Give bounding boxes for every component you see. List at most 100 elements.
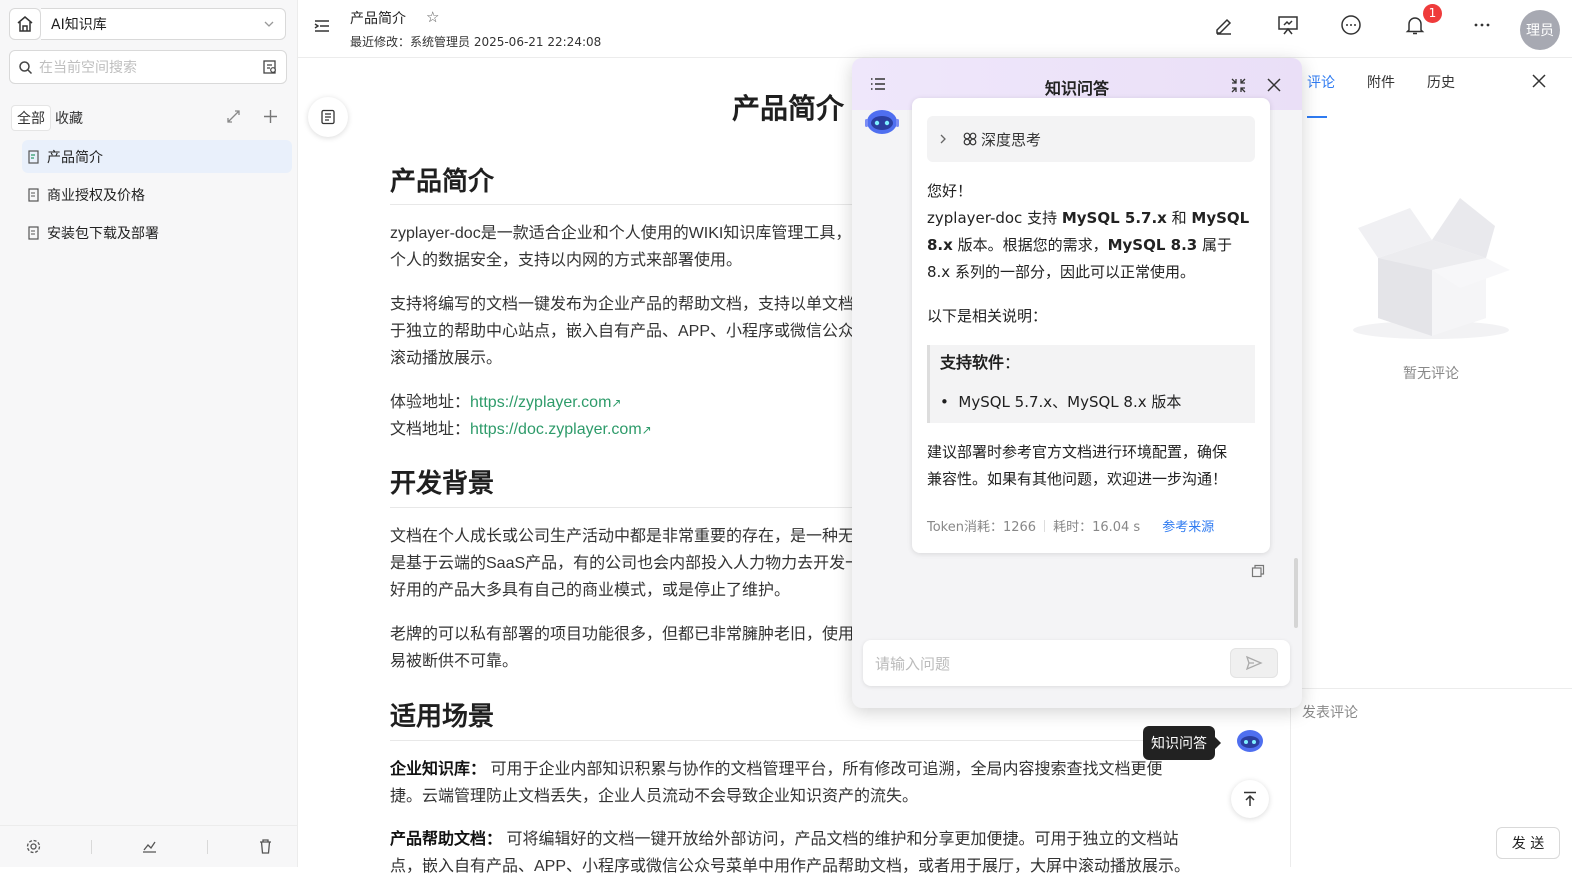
- fullscreen-icon[interactable]: [1231, 78, 1246, 93]
- qa-float-button[interactable]: [1231, 723, 1269, 761]
- tab-attachments[interactable]: 附件: [1367, 72, 1395, 92]
- toc-button[interactable]: [308, 97, 348, 137]
- answer-line-3: 8.x 系列的一部分，因此可以正常使用。: [927, 263, 1195, 281]
- stats-icon[interactable]: [141, 838, 158, 855]
- question-placeholder: 请输入问题: [875, 654, 951, 673]
- collapse-menu-icon[interactable]: [313, 17, 331, 35]
- quote-item-text: MySQL 5.7.x、MySQL 8.x 版本: [958, 393, 1182, 411]
- answer-advice-2: 兼容性。如果有其他问题，欢迎进一步沟通！: [927, 470, 1228, 488]
- home-button[interactable]: [9, 8, 41, 40]
- robot-avatar-icon: [865, 110, 899, 134]
- qa-popup: 知识问答 深度思考 您好！ zyplayer-doc 支持 MySQL 5.7.…: [852, 58, 1302, 708]
- send-comment-button[interactable]: 发 送: [1496, 827, 1560, 859]
- doc-icon: [28, 187, 39, 202]
- avatar[interactable]: 理员: [1520, 10, 1560, 50]
- edit-icon[interactable]: [1213, 14, 1235, 36]
- text-span: zyplayer-doc 支持: [927, 209, 1062, 227]
- references-link[interactable]: 参考来源: [1162, 516, 1214, 535]
- text-span: 属于: [1197, 236, 1232, 254]
- active-tab-indicator: [1307, 116, 1327, 118]
- qa-tooltip: 知识问答: [1143, 726, 1221, 760]
- tree-item-license[interactable]: 商业授权及价格: [22, 178, 292, 211]
- divider: [1044, 519, 1046, 532]
- sidebar-tabs: 全部 收藏: [12, 106, 88, 130]
- bold-span: MySQL 5.7.x: [1061, 209, 1167, 227]
- tab-comments[interactable]: 评论: [1307, 72, 1335, 92]
- scene-kb-text: 可用于企业内部知识积累与协作的文档管理平台，所有修改可追溯，全局内容搜索查找文档…: [490, 761, 1163, 778]
- answer-greeting: 您好！: [927, 182, 973, 200]
- tree-item-label: 商业授权及价格: [47, 187, 145, 204]
- tree-item-product-intro[interactable]: 产品简介: [22, 140, 292, 173]
- demo-label: 体验地址：: [390, 394, 471, 411]
- tab-history[interactable]: 历史: [1427, 72, 1455, 92]
- advanced-search-icon[interactable]: [262, 59, 278, 75]
- scene-kb: 企业知识库： 可用于企业内部知识积累与协作的文档管理平台，所有修改可追溯，全局内…: [390, 756, 1180, 783]
- bold-span: 支持软件: [940, 353, 1005, 372]
- home-icon: [17, 16, 33, 32]
- scrollbar[interactable]: [1294, 558, 1298, 628]
- answer-quote: 支持软件： • MySQL 5.7.x、MySQL 8.x 版本: [927, 345, 1255, 423]
- search-placeholder: 在当前空间搜索: [39, 60, 137, 76]
- deep-think-label: 深度思考: [981, 130, 1042, 149]
- notification-badge: 1: [1423, 4, 1442, 23]
- token-usage: Token消耗：1266: [927, 520, 1037, 535]
- sidebar-toolbar: [0, 825, 298, 867]
- question-input[interactable]: 请输入问题: [863, 640, 1290, 686]
- doc-title: 产品简介: [732, 93, 845, 124]
- scene-kb-label: 企业知识库：: [390, 761, 487, 778]
- copy-icon[interactable]: [1251, 564, 1265, 578]
- space-select[interactable]: AI知识库: [41, 8, 286, 40]
- send-question-button[interactable]: [1230, 648, 1278, 678]
- close-icon[interactable]: [1267, 78, 1281, 92]
- close-icon[interactable]: [1531, 73, 1547, 89]
- tab-all[interactable]: 全部: [12, 106, 50, 130]
- doc-icon: [28, 225, 39, 240]
- tab-favorites[interactable]: 收藏: [50, 106, 88, 130]
- elapsed-time: 耗时：16.04 s: [1053, 520, 1141, 535]
- comment-divider: [1290, 688, 1572, 689]
- tree-item-label: 安装包下载及部署: [47, 225, 159, 242]
- present-icon[interactable]: [1277, 14, 1299, 36]
- heading-intro: 产品简介: [390, 166, 495, 196]
- comment-icon[interactable]: [1340, 14, 1362, 36]
- external-link-icon: ↗: [611, 396, 622, 410]
- answer-meta: Token消耗：1266 耗时：16.04 s 参考来源: [927, 516, 1214, 535]
- space-name: AI知识库: [51, 17, 107, 33]
- doc-tree: 产品简介 商业授权及价格 安装包下载及部署: [22, 140, 292, 254]
- back-to-top-button[interactable]: [1231, 780, 1269, 818]
- qa-answer-bubble: 深度思考 您好！ zyplayer-doc 支持 MySQL 5.7.x 和 M…: [912, 98, 1270, 553]
- trash-icon[interactable]: [257, 838, 274, 855]
- bold-span: MySQL: [1191, 209, 1250, 227]
- heading-background: 开发背景: [390, 468, 495, 498]
- tree-item-download[interactable]: 安装包下载及部署: [22, 216, 292, 249]
- scene-help-label: 产品帮助文档：: [390, 831, 503, 848]
- search-input[interactable]: 在当前空间搜索: [9, 50, 287, 84]
- divider: [90, 839, 92, 854]
- expand-icon[interactable]: [226, 109, 241, 124]
- search-icon: [19, 60, 33, 74]
- external-link-icon: ↗: [641, 423, 652, 437]
- add-icon[interactable]: [263, 109, 278, 124]
- text-span: 版本。根据您的需求，: [952, 236, 1108, 254]
- deep-think-toggle[interactable]: 深度思考: [927, 116, 1255, 162]
- quote-title: 支持软件：: [940, 351, 1020, 375]
- text-span: 和: [1166, 209, 1192, 227]
- quote-item: • MySQL 5.7.x、MySQL 8.x 版本: [940, 393, 1182, 411]
- docs-link[interactable]: https://doc.zyplayer.com: [470, 421, 642, 438]
- more-icon[interactable]: [1471, 14, 1493, 36]
- sidebar: AI知识库 在当前空间搜索 全部 收藏 产品简介 商业授权及价格 安装包下载及部…: [0, 0, 298, 867]
- text-span: ：: [1004, 353, 1021, 372]
- answer-explain: 以下是相关说明：: [927, 307, 1048, 325]
- think-icon: [963, 132, 977, 146]
- heading-rule: [390, 740, 1190, 741]
- answer-advice-1: 建议部署时参考官方文档进行环境配置，确保: [927, 443, 1228, 461]
- docs-label: 文档地址：: [390, 421, 471, 438]
- post-comment-input[interactable]: 发表评论: [1302, 702, 1358, 722]
- header-doc-title: 产品简介: [350, 11, 406, 27]
- bell-icon[interactable]: [1404, 14, 1426, 36]
- empty-comments-label: 暂无评论: [1403, 366, 1459, 382]
- star-icon[interactable]: ☆: [426, 8, 439, 26]
- settings-icon[interactable]: [25, 838, 42, 855]
- tree-item-label: 产品简介: [47, 149, 103, 166]
- demo-link[interactable]: https://zyplayer.com: [470, 394, 611, 411]
